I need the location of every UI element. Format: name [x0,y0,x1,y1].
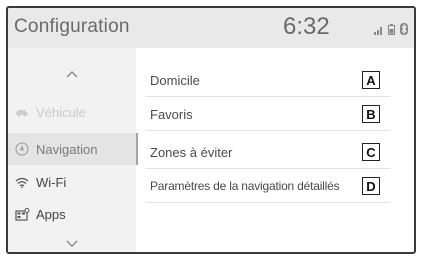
menu-item-label: Paramètres de la navigation détaillés [150,179,340,193]
clock: 6:32 [283,13,330,40]
bluetooth-icon [400,22,408,40]
callout-badge: D [362,177,380,195]
menu-item-favoris[interactable]: Favoris B [146,98,390,131]
head-unit-screen: Configuration 6:32 Véhicule Navigation W… [6,6,416,254]
status-area [374,22,408,40]
sidebar-item-wifi[interactable]: Wi-Fi [8,166,136,198]
callout-badge: A [362,71,380,89]
sidebar-item-vehicle[interactable]: Véhicule [8,96,136,128]
apps-icon [12,207,32,221]
sidebar-item-apps[interactable]: Apps [8,198,136,230]
battery-icon [388,22,395,40]
menu-item-domicile[interactable]: Domicile A [146,64,390,97]
car-icon [12,108,32,117]
sidebar-item-label: Véhicule [36,104,86,120]
sidebar: Véhicule Navigation Wi-Fi Apps [8,48,138,252]
menu-item-label: Favoris [150,106,193,122]
page-title: Configuration [14,16,130,37]
menu-item-label: Zones à éviter [150,144,233,160]
scroll-down-button[interactable] [8,240,136,248]
menu-item-zones[interactable]: Zones à éviter C [146,136,390,169]
sidebar-item-label: Wi-Fi [36,174,67,190]
header-bar: Configuration 6:32 [8,8,414,48]
wifi-icon [12,177,32,188]
callout-badge: C [362,143,380,161]
chevron-down-icon [66,240,78,247]
callout-badge: B [362,105,380,123]
menu-item-navigation-settings[interactable]: Paramètres de la navigation détaillés D [146,170,390,203]
sidebar-item-label: Apps [36,206,66,222]
chevron-up-icon [66,71,78,78]
signal-icon [374,22,383,40]
sidebar-item-navigation[interactable]: Navigation [8,133,138,165]
scroll-up-button[interactable] [8,70,136,78]
compass-icon [12,142,32,156]
menu-item-label: Domicile [150,72,200,88]
sidebar-item-label: Navigation [36,141,98,157]
